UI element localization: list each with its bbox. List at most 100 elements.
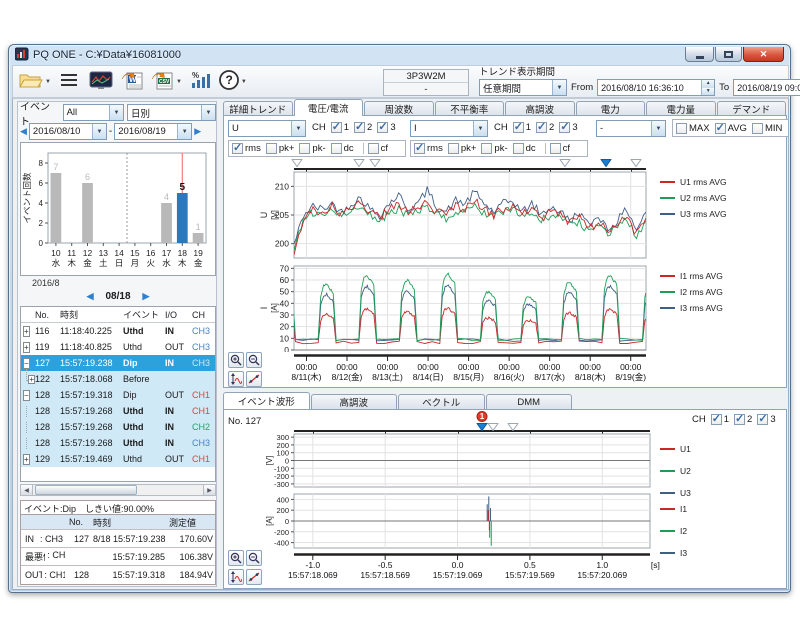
title-bar[interactable]: PQ ONE - C:¥Data¥16081000 ✕ bbox=[9, 45, 790, 65]
cursor-tool-button[interactable] bbox=[246, 371, 262, 387]
event-table-hscrollbar[interactable]: ◀ ▶ bbox=[20, 484, 216, 496]
chevron-down-icon[interactable]: ▼ bbox=[473, 121, 487, 136]
to-datetime-field[interactable]: 2016/08/19 09:02:41▲▼ bbox=[733, 79, 800, 96]
zoom-out-button[interactable] bbox=[246, 550, 262, 566]
event-row[interactable]: 12815:57:19.268UthdINCH3 bbox=[21, 435, 215, 451]
event-row[interactable]: −12815:57:19.318DipOUTCH1 bbox=[21, 387, 215, 403]
trend-p1-ch1-checkbox[interactable] bbox=[331, 122, 342, 133]
chevron-down-icon[interactable]: ▼ bbox=[45, 79, 51, 85]
selected-event-marker-icon[interactable] bbox=[600, 159, 611, 170]
expand-icon[interactable]: + bbox=[23, 342, 30, 353]
current-waveform-chart[interactable]: 4002000-200-400[A] bbox=[258, 492, 654, 554]
percent-graph-button[interactable]: % bbox=[185, 68, 215, 95]
help-button[interactable]: ?▼ bbox=[217, 68, 248, 95]
stat-max-checkbox[interactable] bbox=[676, 123, 687, 134]
zoom-in-button[interactable] bbox=[228, 550, 244, 566]
waveform-ch1-checkbox[interactable] bbox=[711, 414, 722, 425]
trend-tab-detail-trend[interactable]: 詳細トレンド bbox=[223, 101, 293, 116]
trend-tab-voltage-current[interactable]: 電圧/電流 bbox=[294, 99, 364, 116]
next-range-button[interactable]: ▶ bbox=[194, 126, 201, 137]
trend-tab-demand[interactable]: デマンド bbox=[717, 101, 787, 116]
trend-param1-select[interactable]: U▼ bbox=[228, 120, 306, 137]
y-scale-tool-button[interactable] bbox=[228, 569, 244, 585]
trend-p2-ch3-checkbox[interactable] bbox=[559, 122, 570, 133]
chevron-down-icon[interactable]: ▼ bbox=[177, 124, 191, 139]
waveform-tab-event-waveform[interactable]: イベント波形 bbox=[223, 392, 310, 409]
chevron-down-icon[interactable]: ▼ bbox=[92, 124, 106, 139]
cursor-tool-button[interactable] bbox=[246, 569, 262, 585]
waveform-tab-vector[interactable]: ベクトル bbox=[398, 394, 485, 409]
word-report-button[interactable]: W bbox=[118, 68, 148, 95]
scroll-right-icon[interactable]: ▶ bbox=[203, 485, 215, 495]
current-trend-chart[interactable]: 706050403020100I[A] bbox=[258, 264, 650, 355]
event-row[interactable]: +12915:57:19.469UthdOUTCH1 bbox=[21, 451, 215, 467]
event-row[interactable]: +11911:18:40.825UthdOUTCH3 bbox=[21, 339, 215, 355]
scrollbar-thumb[interactable] bbox=[35, 485, 137, 495]
event-list-button[interactable] bbox=[54, 68, 84, 95]
event-marker-icon[interactable] bbox=[630, 159, 641, 170]
minimize-button[interactable] bbox=[685, 47, 714, 62]
csv-export-button[interactable]: CSV▼ bbox=[150, 68, 183, 95]
trend-p2-ch1-checkbox[interactable] bbox=[513, 122, 524, 133]
event-row[interactable]: 12815:57:19.268UthdINCH1 bbox=[21, 403, 215, 419]
event-row[interactable]: −12715:57:19.238DipINCH3 bbox=[21, 355, 215, 371]
screen-capture-button[interactable] bbox=[86, 68, 116, 95]
zoom-in-button[interactable] bbox=[228, 352, 244, 368]
trend-param2-select[interactable]: I▼ bbox=[410, 120, 488, 137]
event-marker-icon[interactable] bbox=[292, 159, 303, 170]
from-datetime-field[interactable]: 2016/08/10 16:36:10▲▼ bbox=[597, 79, 715, 96]
open-folder-button[interactable]: ▼ bbox=[17, 68, 52, 95]
voltage-waveform-chart[interactable]: 3002001000-100-200-300[V] bbox=[258, 432, 654, 493]
event-marker-icon[interactable] bbox=[354, 159, 365, 170]
chevron-down-icon[interactable]: ▼ bbox=[241, 79, 247, 85]
measure1-pkminus-checkbox[interactable] bbox=[299, 143, 310, 154]
trend-p1-ch3-checkbox[interactable] bbox=[377, 122, 388, 133]
event-row[interactable]: +12215:57:18.068Before bbox=[21, 371, 215, 387]
date-to-select[interactable]: 2016/08/19▼ bbox=[114, 123, 192, 140]
measure1-dc-checkbox[interactable] bbox=[331, 143, 342, 154]
trend-tab-frequency[interactable]: 周波数 bbox=[364, 101, 434, 116]
trend-tab-unbalance[interactable]: 不平衡率 bbox=[435, 101, 505, 116]
stat-min-checkbox[interactable] bbox=[752, 123, 763, 134]
expand-icon[interactable]: + bbox=[23, 326, 30, 337]
event-row[interactable]: 12815:57:19.268UthdINCH2 bbox=[21, 419, 215, 435]
chevron-down-icon[interactable]: ▼ bbox=[552, 80, 566, 95]
chevron-down-icon[interactable]: ▼ bbox=[201, 105, 215, 120]
waveform-tab-harmonics[interactable]: 高調波 bbox=[311, 394, 398, 409]
measure2-cf-checkbox[interactable] bbox=[550, 143, 561, 154]
period-select[interactable]: 任意期間▼ bbox=[479, 79, 567, 96]
trend-p2-ch2-checkbox[interactable] bbox=[536, 122, 547, 133]
measure2-pkplus-checkbox[interactable] bbox=[448, 143, 459, 154]
collapse-icon[interactable]: − bbox=[23, 390, 30, 401]
measure1-pkplus-checkbox[interactable] bbox=[266, 143, 277, 154]
voltage-trend-chart[interactable]: 210205200U[V] bbox=[258, 170, 650, 265]
event-count-chart[interactable]: 02468710水11木612金13土14日15月16火417水518木119金… bbox=[20, 142, 216, 276]
expand-icon[interactable]: + bbox=[23, 454, 30, 465]
measure2-rms-checkbox[interactable] bbox=[414, 143, 425, 154]
waveform-ch2-checkbox[interactable] bbox=[734, 414, 745, 425]
spinner-icon[interactable]: ▲▼ bbox=[701, 80, 714, 95]
collapse-icon[interactable]: − bbox=[23, 358, 30, 369]
measure1-cf-checkbox[interactable] bbox=[368, 143, 379, 154]
next-day-button[interactable]: ▶ bbox=[143, 291, 150, 301]
measure2-dc-checkbox[interactable] bbox=[513, 143, 524, 154]
y-scale-tool-button[interactable] bbox=[228, 371, 244, 387]
event-row[interactable]: +11611:18:40.225UthdINCH3 bbox=[21, 323, 215, 339]
stat-avg-checkbox[interactable] bbox=[715, 123, 726, 134]
trend-tab-power[interactable]: 電力 bbox=[576, 101, 646, 116]
zoom-out-button[interactable] bbox=[246, 352, 262, 368]
event-marker-icon[interactable] bbox=[560, 159, 571, 170]
prev-range-button[interactable]: ◀ bbox=[20, 126, 27, 137]
measure2-pkminus-checkbox[interactable] bbox=[481, 143, 492, 154]
chevron-down-icon[interactable]: ▼ bbox=[109, 105, 123, 120]
close-button[interactable]: ✕ bbox=[743, 47, 784, 62]
chevron-down-icon[interactable]: ▼ bbox=[291, 121, 305, 136]
trend-param3-select[interactable]: -▼ bbox=[596, 120, 666, 137]
measure1-rms-checkbox[interactable] bbox=[232, 143, 243, 154]
date-from-select[interactable]: 2016/08/10▼ bbox=[29, 123, 107, 140]
expand-icon[interactable]: + bbox=[28, 375, 35, 384]
trend-p1-ch2-checkbox[interactable] bbox=[354, 122, 365, 133]
chevron-down-icon[interactable]: ▼ bbox=[176, 79, 182, 85]
chevron-down-icon[interactable]: ▼ bbox=[651, 121, 665, 136]
group-filter-select[interactable]: 日別▼ bbox=[127, 104, 216, 121]
